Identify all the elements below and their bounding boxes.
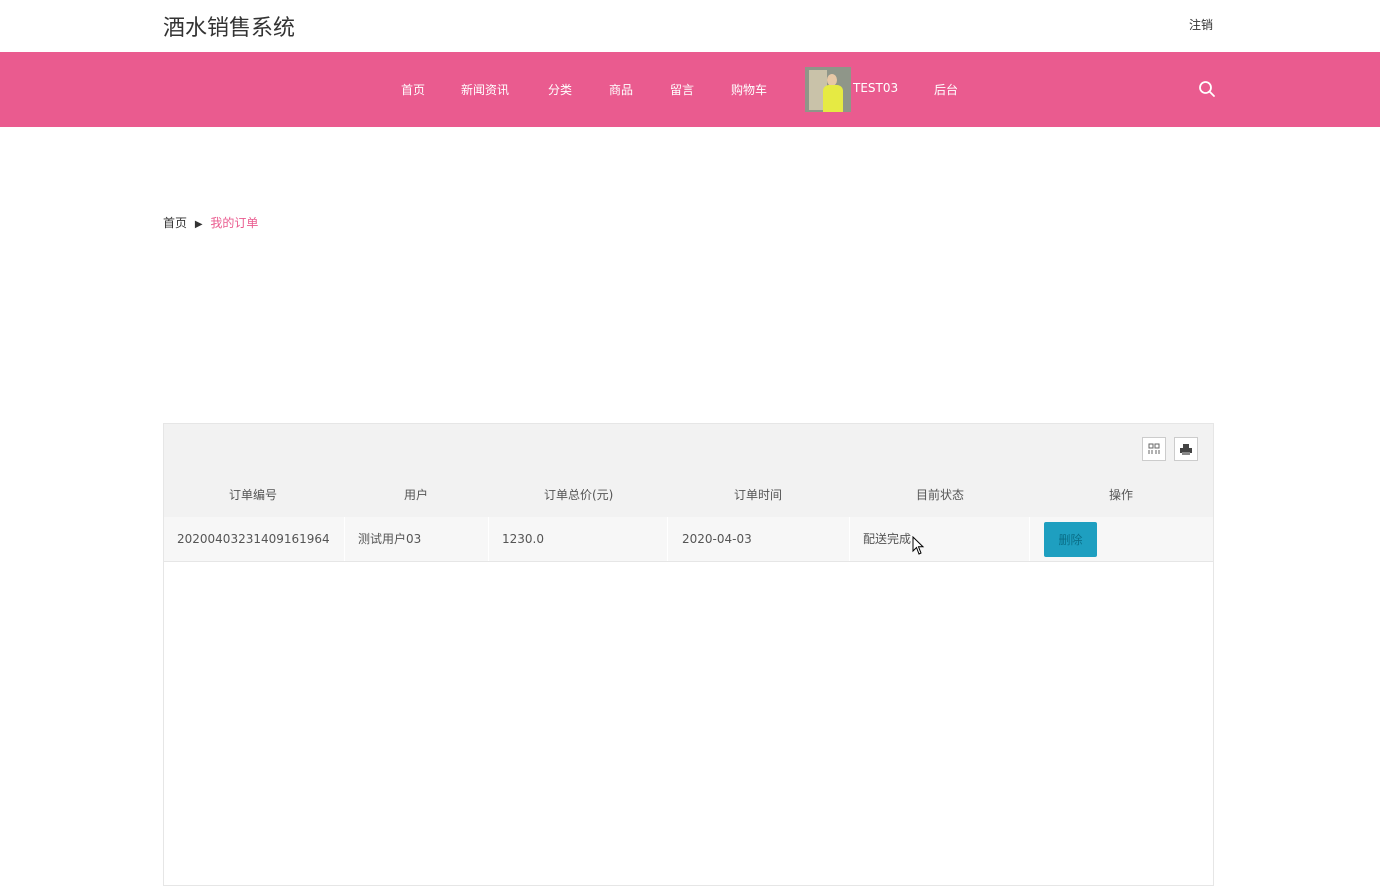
cell-total: 1230.0: [489, 517, 668, 561]
print-icon: [1180, 444, 1192, 455]
cell-user: 测试用户03: [345, 517, 489, 561]
nav-item-products[interactable]: 商品: [609, 81, 633, 98]
avatar-body: [823, 85, 843, 112]
column-header-total[interactable]: 订单总价(元): [544, 486, 613, 503]
grid-icon: [1148, 443, 1160, 454]
column-header-action: 操作: [1109, 488, 1134, 502]
nav-item-category[interactable]: 分类: [548, 81, 572, 98]
user-avatar[interactable]: [805, 67, 851, 112]
main-nav: 首页 新闻资讯 分类 商品 留言 购物车 TEST03 后台: [0, 52, 1380, 127]
orders-table: 订单编号 用户 订单总价(元) 订单时间 目前状态 操作 20200403231…: [163, 423, 1214, 886]
nav-item-admin[interactable]: 后台: [934, 81, 958, 98]
site-title: 酒水销售系统: [163, 16, 296, 41]
table-row[interactable]: 20200403231409161964 测试用户03 1230.0 2020-…: [164, 517, 1213, 562]
top-header: 酒水销售系统 注销: [0, 0, 1380, 52]
cell-order-no: 20200403231409161964: [164, 517, 345, 561]
nav-item-messages[interactable]: 留言: [670, 81, 694, 98]
print-button[interactable]: [1174, 437, 1198, 461]
mouse-cursor-icon: [912, 536, 925, 555]
cell-time: 2020-04-03: [669, 517, 850, 561]
table-header: 订单编号 用户 订单总价(元) 订单时间 目前状态 操作: [164, 424, 1213, 517]
column-header-status[interactable]: 目前状态: [916, 486, 964, 503]
logout-link[interactable]: 注销: [1189, 16, 1213, 33]
cell-status: 配送完成: [850, 517, 1030, 561]
column-header-user[interactable]: 用户: [404, 486, 428, 503]
column-filter-button[interactable]: [1142, 437, 1166, 461]
breadcrumb-separator: ▶: [194, 219, 203, 230]
breadcrumb: 首页 ▶ 我的订单: [163, 214, 258, 231]
nav-item-news[interactable]: 新闻资讯: [461, 81, 509, 98]
column-header-order-no[interactable]: 订单编号: [229, 486, 277, 503]
breadcrumb-current: 我的订单: [210, 216, 259, 230]
column-header-time[interactable]: 订单时间: [734, 486, 782, 503]
nav-item-home[interactable]: 首页: [401, 81, 425, 98]
search-icon[interactable]: [1198, 80, 1216, 98]
delete-order-button[interactable]: 删除: [1044, 522, 1097, 557]
breadcrumb-home[interactable]: 首页: [163, 216, 187, 230]
nav-username[interactable]: TEST03: [853, 81, 898, 95]
nav-item-cart[interactable]: 购物车: [731, 81, 767, 98]
